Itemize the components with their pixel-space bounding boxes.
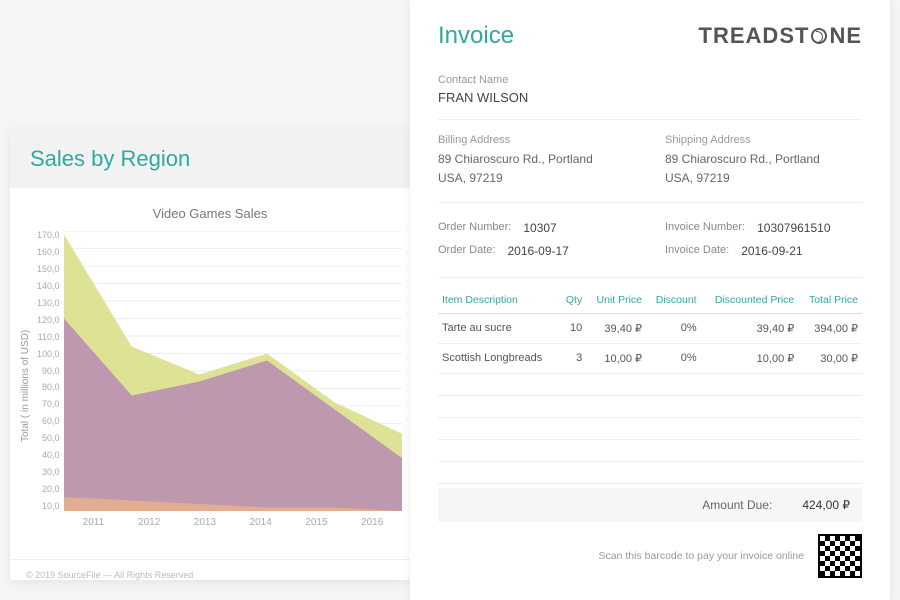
- shipping-label: Shipping Address: [665, 134, 862, 146]
- cell-desc: Scottish Longbreads: [438, 343, 559, 373]
- shipping-line1: 89 Chiaroscuro Rd., Portland: [665, 150, 862, 169]
- chart-header: Sales by Region: [10, 130, 410, 188]
- y-axis-label: Total ( in millions of USD): [18, 231, 33, 541]
- contact-block: Contact Name FRAN WILSON: [438, 74, 862, 120]
- x-tick: 2012: [121, 517, 177, 528]
- qr-code-icon[interactable]: [818, 534, 862, 578]
- invoice-number: 10307961510: [757, 217, 830, 240]
- invoice-date-label: Invoice Date:: [665, 240, 729, 263]
- barcode-row: Scan this barcode to pay your invoice on…: [438, 534, 862, 578]
- y-tick: 100,0: [37, 350, 60, 359]
- billing-address: Billing Address 89 Chiaroscuro Rd., Port…: [438, 134, 635, 188]
- brand-text-2: NE: [829, 23, 862, 49]
- col-discp: Discounted Price: [701, 288, 799, 313]
- table-row-empty: [438, 461, 862, 483]
- table-row-empty: [438, 417, 862, 439]
- cell-qty: 3: [559, 343, 586, 373]
- invoice-date: 2016-09-21: [741, 240, 802, 263]
- x-tick: 2011: [66, 517, 122, 528]
- order-date: 2016-09-17: [507, 240, 568, 263]
- chart-footer: © 2019 SourceFile — All Rights Reserved: [10, 559, 410, 590]
- y-tick: 80,0: [37, 383, 60, 392]
- area-chart-svg: [64, 231, 402, 511]
- order-number: 10307: [523, 217, 556, 240]
- invoice-card: Invoice TREADST NE Contact Name FRAN WILS…: [410, 0, 890, 600]
- order-date-label: Order Date:: [438, 240, 495, 263]
- contact-label: Contact Name: [438, 74, 862, 86]
- cell-total: 394,00 ₽: [798, 313, 862, 343]
- table-row-empty: [438, 395, 862, 417]
- y-tick: 160,0: [37, 248, 60, 257]
- plot: 201120122013201420152016: [64, 231, 402, 541]
- y-axis-ticks: 170,0 160,0 150,0 140,0 130,0 120,0 110,0 100,0…: [33, 231, 64, 511]
- table-row: Tarte au sucre1039,40 ₽0%39,40 ₽394,00 ₽: [438, 313, 862, 343]
- y-tick: 140,0: [37, 282, 60, 291]
- cell-discp: 39,40 ₽: [701, 313, 799, 343]
- cell-discp: 10,00 ₽: [701, 343, 799, 373]
- billing-label: Billing Address: [438, 134, 635, 146]
- chart-title: Video Games Sales: [18, 206, 402, 221]
- y-tick: 30,0: [37, 468, 60, 477]
- y-tick: 150,0: [37, 265, 60, 274]
- invoice-heading: Invoice: [438, 22, 514, 50]
- contact-name: FRAN WILSON: [438, 90, 862, 105]
- billing-line2: USA, 97219: [438, 169, 635, 188]
- address-row: Billing Address 89 Chiaroscuro Rd., Port…: [438, 134, 862, 203]
- invoice-header: Invoice TREADST NE: [438, 22, 862, 50]
- invoice-number-label: Invoice Number:: [665, 217, 745, 240]
- y-tick: 10,0: [37, 502, 60, 511]
- y-tick: 120,0: [37, 316, 60, 325]
- chart-plot-area: Total ( in millions of USD) 170,0 160,0 15…: [18, 231, 402, 541]
- y-tick: 70,0: [37, 400, 60, 409]
- y-tick: 50,0: [37, 434, 60, 443]
- col-unit: Unit Price: [586, 288, 646, 313]
- sales-chart-card: Sales by Region Video Games Sales Total …: [10, 130, 410, 580]
- y-tick: 130,0: [37, 299, 60, 308]
- chart-body: Video Games Sales Total ( in millions of…: [10, 188, 410, 551]
- cell-desc: Tarte au sucre: [438, 313, 559, 343]
- col-disc: Discount: [646, 288, 701, 313]
- y-tick: 60,0: [37, 417, 60, 426]
- amount-due-label: Amount Due:: [702, 498, 772, 512]
- y-tick: 40,0: [37, 451, 60, 460]
- order-invoice-meta: Order Number: 10307 Order Date: 2016-09-17…: [438, 217, 862, 278]
- x-tick: 2016: [344, 517, 400, 528]
- cell-disc: 0%: [646, 313, 701, 343]
- table-row: Scottish Longbreads310,00 ₽0%10,00 ₽30,0…: [438, 343, 862, 373]
- cell-unit: 39,40 ₽: [586, 313, 646, 343]
- line-items-table: Item Description Qty Unit Price Discount…: [438, 288, 862, 484]
- billing-line1: 89 Chiaroscuro Rd., Portland: [438, 150, 635, 169]
- brand-logo: TREADST NE: [699, 23, 862, 49]
- order-meta: Order Number: 10307 Order Date: 2016-09-17: [438, 217, 635, 263]
- barcode-text: Scan this barcode to pay your invoice on…: [599, 550, 804, 562]
- col-total: Total Price: [798, 288, 862, 313]
- fingerprint-icon: [811, 28, 827, 44]
- amount-due-row: Amount Due: 424,00 ₽: [438, 488, 862, 522]
- cell-total: 30,00 ₽: [798, 343, 862, 373]
- y-tick: 170,0: [37, 231, 60, 240]
- shipping-line2: USA, 97219: [665, 169, 862, 188]
- table-row-empty: [438, 439, 862, 461]
- cell-disc: 0%: [646, 343, 701, 373]
- col-desc: Item Description: [438, 288, 559, 313]
- x-tick: 2013: [177, 517, 233, 528]
- x-axis-ticks: 201120122013201420152016: [64, 511, 402, 528]
- x-tick: 2014: [233, 517, 289, 528]
- amount-due-value: 424,00 ₽: [802, 498, 850, 512]
- table-row-empty: [438, 373, 862, 395]
- y-tick: 20,0: [37, 485, 60, 494]
- invoice-meta: Invoice Number: 10307961510 Invoice Date:…: [665, 217, 862, 263]
- shipping-address: Shipping Address 89 Chiaroscuro Rd., Por…: [665, 134, 862, 188]
- brand-text-1: TREADST: [699, 23, 810, 49]
- x-tick: 2015: [289, 517, 345, 528]
- chart-panel-title: Sales by Region: [30, 146, 390, 172]
- cell-qty: 10: [559, 313, 586, 343]
- col-qty: Qty: [559, 288, 586, 313]
- y-tick: 110,0: [37, 333, 60, 342]
- y-tick: 90,0: [37, 367, 60, 376]
- cell-unit: 10,00 ₽: [586, 343, 646, 373]
- table-header-row: Item Description Qty Unit Price Discount…: [438, 288, 862, 313]
- order-number-label: Order Number:: [438, 217, 511, 240]
